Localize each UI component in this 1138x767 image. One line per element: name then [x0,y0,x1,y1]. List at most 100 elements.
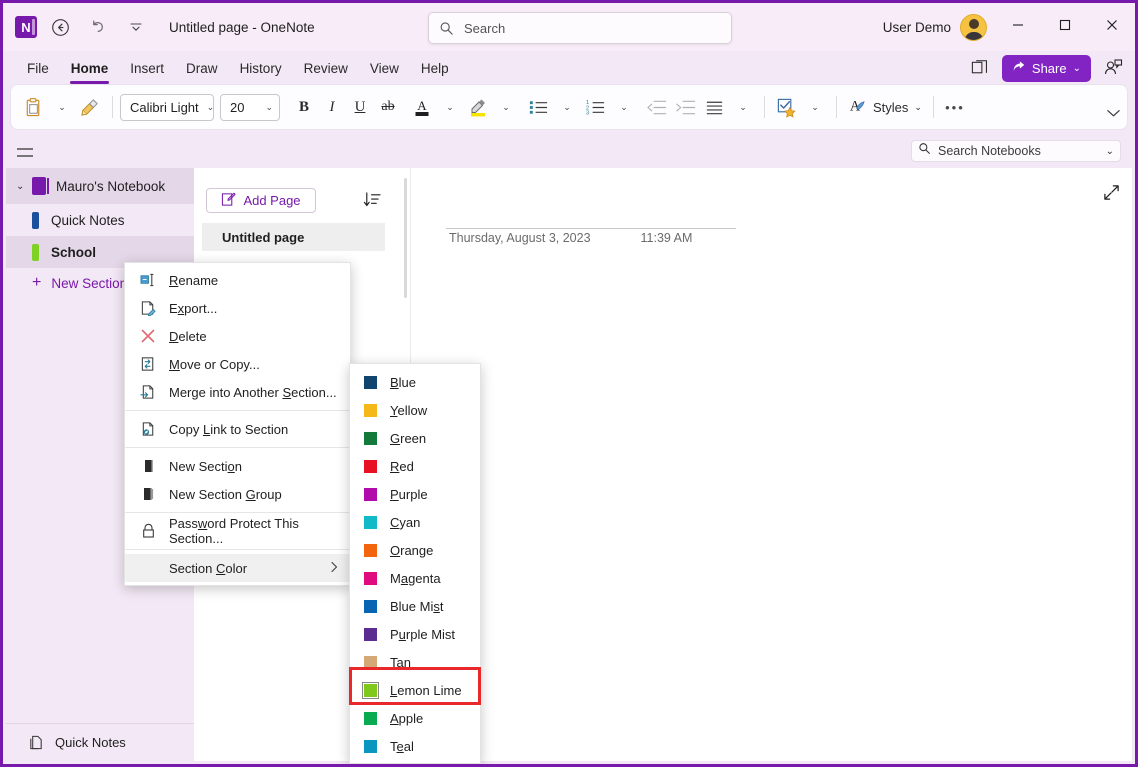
hamburger-icon[interactable] [11,141,39,165]
context-menu-item-new-section-group[interactable]: New Section Group [125,480,350,508]
ribbon-tabs: File Home Insert Draw History Review Vie… [3,51,1135,85]
tab-draw[interactable]: Draw [176,57,228,80]
context-menu-item-merge-into-another-section[interactable]: Merge into Another Section... [125,378,350,406]
search-bar[interactable]: Search [428,12,732,44]
paste-options-chevron-icon[interactable]: ⌄ [48,92,76,122]
undo-icon[interactable] [83,12,113,42]
decrease-indent-icon[interactable] [642,92,671,122]
share-button[interactable]: Share ⌄ [1002,55,1091,82]
tab-history[interactable]: History [230,57,292,80]
color-swatch [364,600,377,613]
paste-icon[interactable] [19,92,48,122]
minimize-button[interactable] [994,3,1041,47]
color-option-blue[interactable]: Blue [350,368,480,396]
note-canvas[interactable]: Thursday, August 3, 2023 11:39 AM [411,168,1132,761]
font-size-combobox[interactable]: 20 ⌄ [220,94,280,121]
styles-label: Styles [873,100,908,115]
page-list-item-untitled-page[interactable]: Untitled page [202,223,385,251]
color-option-tan[interactable]: Tan [350,648,480,676]
color-option-red-chalk[interactable]: Red Chalk [350,760,480,764]
ribbon-toolbar: ⌄ Calibri Light ⌄ 20 ⌄ B I U ab A ⌄ ⌄ [11,85,1127,129]
search-input[interactable]: Search [464,21,505,36]
alignment-chevron-icon[interactable]: ⌄ [729,92,757,122]
color-option-blue-mist[interactable]: Blue Mist [350,592,480,620]
color-option-green[interactable]: Green [350,424,480,452]
quick-access-chevron-icon[interactable] [121,12,151,42]
font-name-combobox[interactable]: Calibri Light ⌄ [120,94,214,121]
bullet-list-icon[interactable] [524,92,553,122]
color-option-purple-mist[interactable]: Purple Mist [350,620,480,648]
format-painter-icon[interactable] [76,92,105,122]
notebook-search-input[interactable]: Search Notebooks [938,144,1106,158]
underline-button[interactable]: U [346,92,374,122]
page-time[interactable]: 11:39 AM [641,231,693,245]
color-option-magenta[interactable]: Magenta [350,564,480,592]
chevron-down-icon[interactable]: ⌄ [265,102,273,113]
back-arrow-icon[interactable] [45,12,75,42]
share-caret-icon[interactable]: ⌄ [1073,63,1081,74]
numbered-list-icon[interactable]: 123 [581,92,610,122]
paragraph-alignment-icon[interactable] [700,92,729,122]
increase-indent-icon[interactable] [671,92,700,122]
styles-button[interactable]: A Styles ⌄ [844,92,926,122]
context-menu-item-rename[interactable]: Rename [125,266,350,294]
color-option-lemon-lime[interactable]: Lemon Lime [350,676,480,704]
maximize-button[interactable] [1041,3,1088,47]
add-page-button[interactable]: Add Page [206,188,316,213]
sidebar-section-quick-notes[interactable]: Quick Notes [6,204,194,236]
notebook-search-bar[interactable]: Search Notebooks ⌄ [911,140,1121,162]
color-option-teal[interactable]: Teal [350,732,480,760]
sticky-notes-icon[interactable] [966,54,994,82]
tags-chevron-icon[interactable]: ⌄ [801,92,829,122]
strikethrough-button[interactable]: ab [374,92,402,122]
page-list-scrollbar[interactable] [404,178,407,298]
more-commands-button[interactable]: ••• [941,92,969,122]
font-color-icon[interactable]: A [408,92,436,122]
collapse-ribbon-chevron-icon[interactable] [1106,107,1121,122]
highlight-chevron-icon[interactable]: ⌄ [492,92,520,122]
text-highlight-icon[interactable] [464,92,492,122]
bullets-chevron-icon[interactable]: ⌄ [553,92,581,122]
quick-notes-footer-label: Quick Notes [55,735,126,750]
sort-pages-icon[interactable] [360,188,384,212]
color-option-orange[interactable]: Orange [350,536,480,564]
avatar[interactable] [960,14,987,41]
context-menu-item-export[interactable]: Export... [125,294,350,322]
notebook-search-chevron-icon[interactable]: ⌄ [1106,146,1114,157]
tab-help[interactable]: Help [411,57,459,80]
color-option-red[interactable]: Red [350,452,480,480]
tags-star-icon[interactable] [772,92,801,122]
bold-button[interactable]: B [290,92,318,122]
color-option-purple[interactable]: Purple [350,480,480,508]
tab-home[interactable]: Home [61,57,119,80]
expand-page-icon[interactable] [1103,184,1120,206]
color-option-cyan[interactable]: Cyan [350,508,480,536]
color-swatch [364,376,377,389]
chevron-down-icon[interactable]: ⌄ [16,181,32,192]
people-share-icon[interactable] [1099,54,1127,82]
quick-notes-footer-button[interactable]: Quick Notes [6,723,194,761]
close-button[interactable] [1088,3,1135,47]
styles-chevron-icon[interactable]: ⌄ [914,102,922,113]
section-color-swatch [32,212,39,229]
context-menu-item-new-section[interactable]: New Section [125,452,350,480]
tab-file[interactable]: File [17,57,59,80]
sidebar-notebook-mauros-notebook[interactable]: ⌄ Mauro's Notebook [6,168,194,204]
context-menu-item-password-protect[interactable]: Password Protect This Section... [125,517,350,545]
font-color-chevron-icon[interactable]: ⌄ [436,92,464,122]
context-menu-item-section-color[interactable]: Section Color [125,554,350,582]
chevron-down-icon[interactable]: ⌄ [207,102,215,113]
color-option-yellow[interactable]: Yellow [350,396,480,424]
color-option-apple[interactable]: Apple [350,704,480,732]
page-date[interactable]: Thursday, August 3, 2023 [449,231,591,245]
tab-review[interactable]: Review [294,57,358,80]
color-label: Orange [390,543,433,558]
italic-button[interactable]: I [318,92,346,122]
context-menu-item-move-or-copy[interactable]: Move or Copy... [125,350,350,378]
context-menu-item-delete[interactable]: Delete [125,322,350,350]
user-account-area[interactable]: User Demo [883,3,987,51]
tab-insert[interactable]: Insert [120,57,174,80]
tab-view[interactable]: View [360,57,409,80]
context-menu-item-copy-link-to-section[interactable]: Copy Link to Section [125,415,350,443]
numbering-chevron-icon[interactable]: ⌄ [610,92,638,122]
